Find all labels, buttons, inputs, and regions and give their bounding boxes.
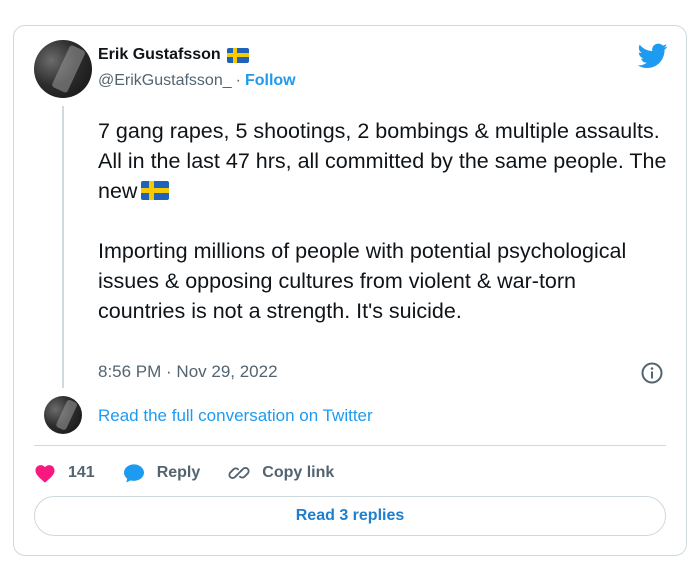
author-handle[interactable]: @ErikGustafsson_	[98, 72, 232, 89]
tweet-timestamp[interactable]: 8:56 PM · Nov 29, 2022	[98, 362, 278, 382]
separator: ·	[235, 72, 241, 89]
conversation-avatar[interactable]	[44, 396, 82, 434]
tweet-actions: 141 Reply Copy link	[34, 459, 362, 487]
sweden-flag-icon	[141, 181, 170, 200]
like-count: 141	[68, 464, 95, 481]
tweet-paragraph-1-text: 7 gang rapes, 5 shootings, 2 bombings & …	[98, 119, 667, 203]
tweet-card: Erik Gustafsson @ErikGustafsson_ · Follow …	[13, 25, 687, 556]
tweet-paragraph: 7 gang rapes, 5 shootings, 2 bombings & …	[98, 116, 668, 206]
read-replies-button[interactable]: Read 3 replies	[34, 496, 666, 536]
reply-button[interactable]: Reply	[123, 463, 201, 483]
heart-icon	[35, 465, 55, 483]
copy-link-label: Copy link	[262, 464, 335, 481]
author-name-row: Erik Gustafsson	[98, 46, 249, 64]
twitter-logo-icon[interactable]	[638, 43, 668, 69]
copy-link-button[interactable]: Copy link	[228, 462, 334, 484]
tweet-text: 7 gang rapes, 5 shootings, 2 bombings & …	[98, 116, 668, 326]
read-replies-label: Read 3 replies	[295, 507, 405, 524]
author-avatar[interactable]	[34, 40, 92, 98]
reply-bubble-icon	[123, 464, 144, 483]
follow-button[interactable]: Follow	[245, 72, 296, 89]
author-handle-row: @ErikGustafsson_ · Follow	[98, 72, 296, 90]
thread-line	[62, 106, 64, 388]
divider	[34, 445, 666, 446]
reply-label: Reply	[156, 464, 201, 481]
author-name[interactable]: Erik Gustafsson	[98, 46, 221, 64]
link-icon	[228, 467, 250, 479]
like-button[interactable]: 141	[34, 463, 95, 483]
tweet-paragraph-2: Importing millions of people with potent…	[98, 239, 627, 323]
read-full-conversation-link[interactable]: Read the full conversation on Twitter	[98, 406, 373, 426]
sweden-flag-icon	[226, 47, 249, 63]
info-icon[interactable]	[640, 361, 664, 385]
